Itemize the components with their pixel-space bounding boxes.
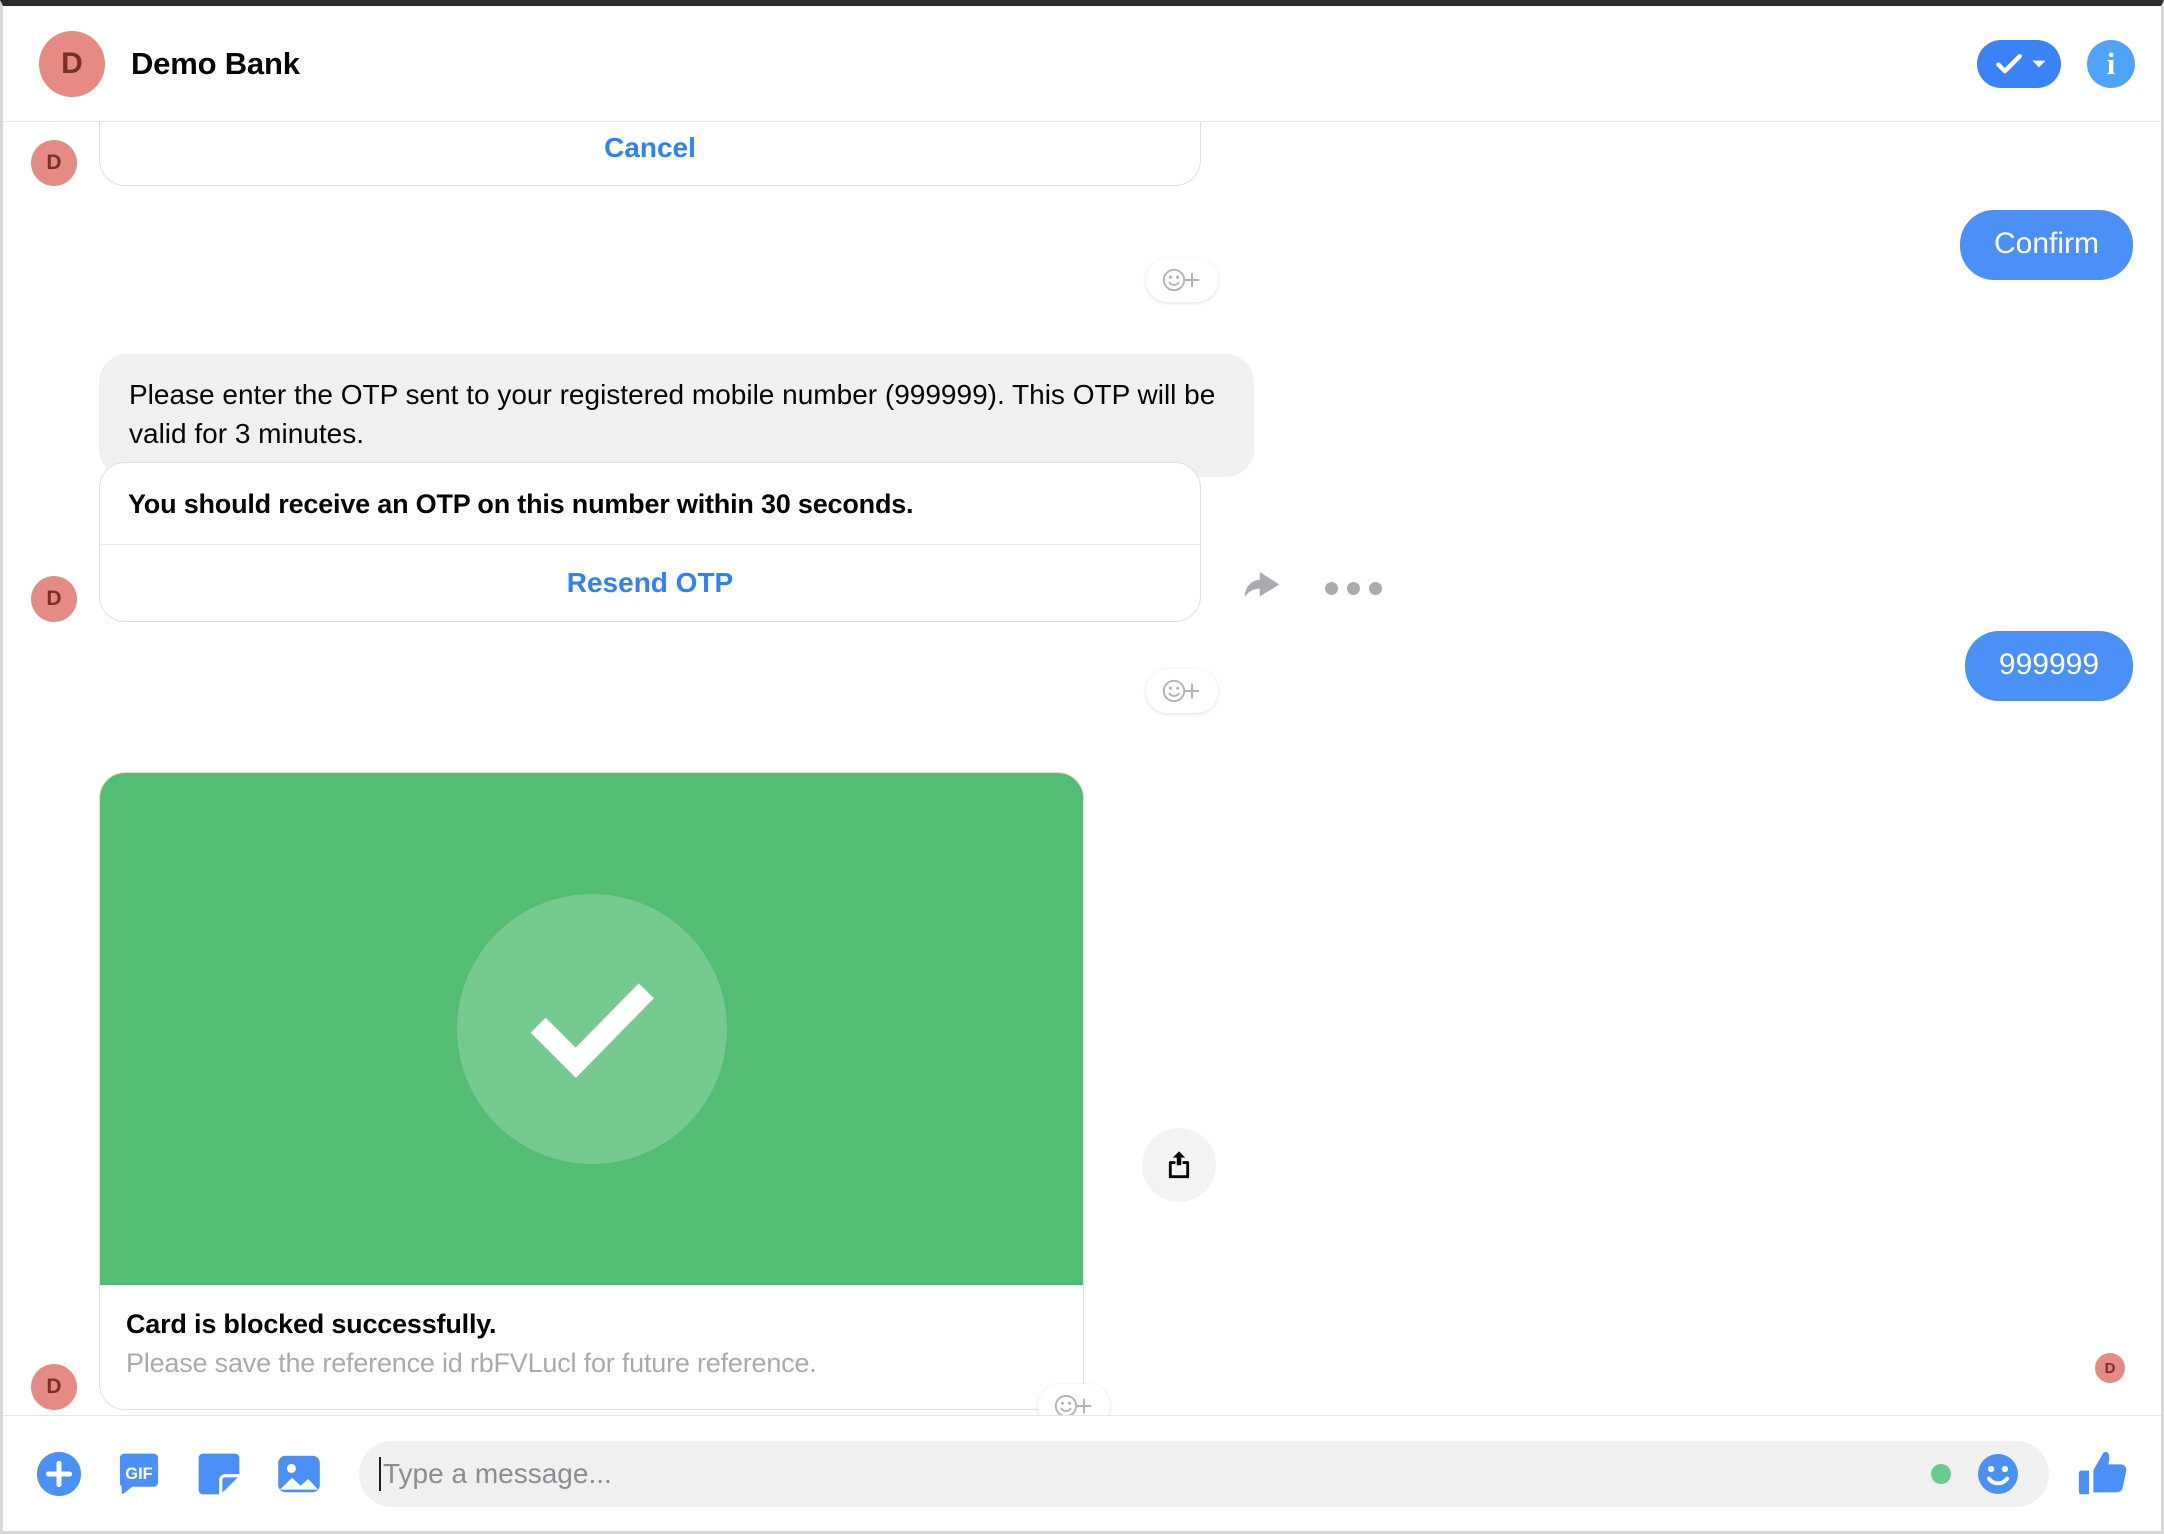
sent-bubble-confirm: Confirm <box>1959 210 2133 280</box>
otp-card-title: You should receive an OTP on this number… <box>128 489 914 519</box>
message-row-otp-prompt: Please enter the OTP sent to your regist… <box>99 354 1254 478</box>
otp-card: You should receive an OTP on this number… <box>99 462 1201 622</box>
emoji-plus-icon <box>1162 268 1200 292</box>
text-caret <box>379 1456 381 1491</box>
active-status-dot <box>1931 1463 1951 1484</box>
avatar: D <box>31 1364 77 1410</box>
message-input-actions <box>1931 1449 2023 1499</box>
page-title: Demo Bank <box>131 45 300 81</box>
plus-circle-icon-glyph <box>36 1451 82 1496</box>
success-card-subtitle: Please save the reference id rbFVLucl fo… <box>126 1348 817 1378</box>
success-icon-halo <box>456 894 727 1164</box>
message-status-pill[interactable] <box>1977 39 2061 88</box>
gif-icon[interactable]: GIF <box>111 1446 167 1502</box>
cancel-button[interactable]: Cancel <box>100 122 1200 164</box>
chevron-down-icon <box>2031 60 2046 67</box>
received-bubble-otp-prompt: Please enter the OTP sent to your regist… <box>99 354 1254 478</box>
reply-icon[interactable] <box>1241 568 1285 608</box>
avatar: D <box>39 30 105 97</box>
check-icon <box>530 983 654 1078</box>
plus-circle-icon[interactable] <box>31 1446 87 1502</box>
thumbs-up-icon[interactable] <box>2073 1443 2135 1505</box>
photo-icon[interactable] <box>271 1446 327 1502</box>
message-row-otp-sent: 999999 <box>1964 631 2133 701</box>
chat-header: D Demo Bank i <box>3 6 2161 122</box>
info-icon[interactable]: i <box>2087 39 2135 88</box>
success-card-title: Card is blocked successfully. <box>126 1309 497 1339</box>
more-actions-icon[interactable] <box>1325 581 1382 595</box>
message-row-success-card: D Card is blocked successfully. Please s… <box>31 772 1084 1410</box>
chat-header-identity[interactable]: D Demo Bank <box>39 30 300 97</box>
thumbs-up-icon-glyph <box>2078 1451 2127 1494</box>
message-row-cancel-card: D Cancel <box>31 122 1201 186</box>
sticker-icon-glyph <box>198 1453 240 1494</box>
add-reaction-button-1[interactable] <box>1146 258 1218 302</box>
emoji-plus-icon <box>1162 679 1200 703</box>
message-composer: GIF Type a message... <box>3 1415 2161 1531</box>
emoji-plus-icon <box>1054 1394 1092 1415</box>
cancel-card: Cancel <box>99 122 1201 186</box>
photo-icon-glyph <box>278 1455 320 1492</box>
sent-bubble-otp: 999999 <box>1964 631 2133 701</box>
resend-otp-button[interactable]: Resend OTP <box>100 545 1200 621</box>
sticker-icon[interactable] <box>191 1446 247 1502</box>
avatar: D <box>31 140 77 186</box>
success-card-caption: Card is blocked successfully. Please sav… <box>100 1285 1083 1409</box>
message-row-otp-card: D You should receive an OTP on this numb… <box>31 462 1382 622</box>
message-input-wrapper[interactable]: Type a message... <box>359 1440 2049 1507</box>
add-reaction-button-3[interactable] <box>1038 1384 1110 1415</box>
success-card[interactable]: Card is blocked successfully. Please sav… <box>99 772 1084 1410</box>
message-thread[interactable]: D Cancel Confirm Please enter the OTP se… <box>3 122 2161 1415</box>
share-button[interactable] <box>1142 1128 1216 1202</box>
success-card-hero <box>100 773 1083 1285</box>
chat-header-actions: i <box>1977 39 2135 88</box>
svg-text:GIF: GIF <box>125 1465 152 1483</box>
messenger-window: D Demo Bank i D Cancel Confirm Please en… <box>0 0 2164 1534</box>
gif-icon-glyph: GIF <box>119 1453 159 1494</box>
avatar: D <box>31 576 77 622</box>
add-reaction-button-2[interactable] <box>1146 669 1218 713</box>
smiley-icon[interactable] <box>1973 1449 2023 1499</box>
message-input[interactable]: Type a message... <box>383 1458 612 1490</box>
check-icon <box>1995 53 2022 73</box>
message-hover-actions <box>1241 568 1382 622</box>
share-icon <box>1168 1151 1190 1179</box>
seen-indicator-avatar: D <box>2095 1353 2125 1383</box>
message-row-confirm: Confirm <box>1959 210 2133 280</box>
